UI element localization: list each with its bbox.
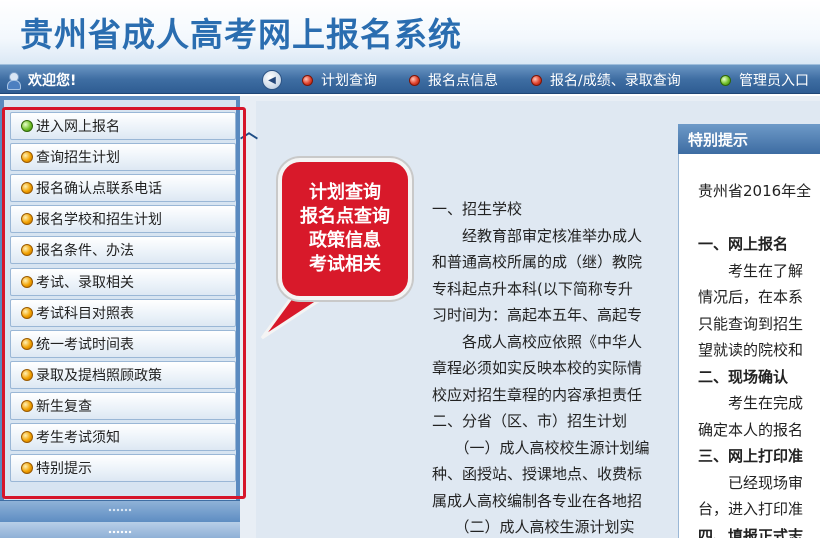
orange-dot-icon	[21, 182, 33, 195]
sidebar-item[interactable]: 进入网上报名	[10, 112, 236, 140]
content-line: 经教育部审定核准举办成人	[432, 226, 643, 245]
sidebar-item-label: 报名确认点联系电话	[36, 181, 162, 198]
orange-dot-icon	[21, 151, 33, 164]
content-line: 和普通高校所属的成（继）教院	[432, 253, 643, 271]
sidebar-item-label: 新生复查	[36, 398, 92, 415]
nav-score-admission-query[interactable]: 报名/成绩、录取查询	[531, 69, 681, 91]
sidebar-item[interactable]: 录取及提档照顾政策	[10, 360, 236, 389]
content-line: （一）成人高校校生源计划编	[432, 438, 650, 457]
special-notice-body: 贵州省2016年全 一、网上报名 考生在了解情况后，在本系 只能查询到招生 望就读的…	[698, 178, 820, 538]
sidebar-item-label: 报名学校和招生计划	[36, 212, 162, 229]
grip-icon	[108, 508, 132, 512]
sidebar-item[interactable]: 考生考试须知	[10, 423, 236, 451]
sidebar-item[interactable]: 考试科目对照表	[10, 298, 236, 327]
welcome-area: 欢迎您!	[6, 70, 76, 90]
notice-line	[698, 205, 820, 232]
collapse-up-icon[interactable]: ︿	[240, 118, 258, 144]
sidebar-item-label: 进入网上报名	[36, 119, 120, 135]
back-arrow-button[interactable]: ◀	[262, 70, 282, 90]
content-line: 种、函授站、授课地点、收费标	[432, 465, 643, 483]
notice-line: 已经现场审	[698, 473, 804, 492]
content-line: （二）成人高校生源计划实	[432, 518, 635, 536]
orange-dot-icon	[21, 337, 33, 350]
notice-line: 望就读的院校和	[698, 341, 804, 359]
sidebar-item-label: 考试科目对照表	[36, 305, 134, 322]
notice-line: 贵州省2016年全	[698, 182, 812, 200]
content-line: 习时间为：高起本五年、高起专	[432, 306, 643, 324]
sidebar-item[interactable]: 统一考试时间表	[10, 329, 236, 358]
content-line: 章程必须如实反映本校的实际情	[432, 359, 643, 377]
notice-line: 台，进入打印准	[698, 500, 804, 518]
callout-line: 政策信息	[309, 230, 381, 251]
nav-label: 管理员入口	[739, 73, 809, 89]
orange-dot-icon	[21, 368, 33, 381]
notice-line: 一、网上报名	[698, 235, 789, 253]
orange-dot-icon	[21, 431, 33, 443]
grip-icon	[108, 530, 132, 534]
welcome-text: 欢迎您!	[28, 73, 77, 89]
callout-line: 考试相关	[309, 254, 381, 275]
notice-line: 二、现场确认	[698, 367, 789, 386]
sidebar-item-label: 考生考试须知	[36, 430, 120, 446]
sidebar-item[interactable]: 报名条件、办法	[10, 236, 236, 265]
callout-line: 报名点查询	[300, 206, 390, 227]
special-notice-title: 特别提示	[678, 124, 820, 154]
top-navbar: 欢迎您! ◀ 计划查询 报名点信息 报名/成绩、录取查询 管理员入口	[0, 64, 820, 94]
orange-dot-icon	[21, 462, 33, 475]
notice-line: 三、网上打印准	[698, 447, 804, 465]
sidebar-item-label: 特别提示	[36, 461, 92, 478]
sidebar-item-label: 报名条件、办法	[36, 243, 134, 260]
sidebar-item[interactable]: 报名确认点联系电话	[10, 174, 236, 203]
sidebar-item-label: 统一考试时间表	[36, 336, 134, 353]
notice-line: 只能查询到招生	[698, 314, 804, 333]
orange-dot-icon	[21, 399, 33, 412]
annotation-callout: 计划查询 报名点查询 政策信息 考试相关	[278, 158, 412, 300]
sidebar-item[interactable]: 查询招生计划	[10, 143, 236, 172]
sidebar-item[interactable]: 特别提示	[10, 454, 236, 483]
sidebar-item[interactable]: 新生复查	[10, 391, 236, 420]
callout-line: 计划查询	[309, 182, 381, 203]
nav-label: 计划查询	[321, 73, 377, 89]
content-line: 属成人高校编制各专业在各地招	[432, 491, 643, 510]
orange-dot-icon	[21, 213, 33, 226]
sidebar-item[interactable]: 报名学校和招生计划	[10, 205, 236, 234]
orange-dot-icon	[21, 306, 33, 319]
content-line: 一、招生学校	[432, 200, 523, 218]
main-content: 一、招生学校 经教育部审定核准举办成人 和普通高校所属的成（继）教院 专科起点升…	[432, 196, 680, 538]
notice-line: 情况后，在本系	[698, 288, 804, 306]
nav-label: 报名点信息	[428, 73, 498, 89]
orange-dot-icon	[21, 275, 33, 288]
notice-line: 四、填报正式志	[698, 526, 804, 538]
red-dot-icon	[531, 74, 542, 86]
green-dot-icon	[21, 120, 33, 132]
notice-line: 考生在了解	[698, 261, 804, 280]
content-line: 专科起点升本科(以下简称专升	[432, 279, 633, 298]
orange-dot-icon	[21, 244, 33, 257]
user-icon	[6, 72, 21, 90]
header-banner: 贵州省成人高考网上报名系统	[0, 0, 820, 64]
red-dot-icon	[409, 74, 420, 86]
nav-label: 报名/成绩、录取查询	[550, 73, 681, 89]
red-dot-icon	[302, 74, 313, 86]
nav-plan-query[interactable]: 计划查询	[302, 69, 377, 91]
green-dot-icon	[720, 74, 731, 86]
nav-registration-sites[interactable]: 报名点信息	[409, 69, 498, 91]
nav-admin-entry[interactable]: 管理员入口	[720, 69, 809, 91]
sidebar-item[interactable]: 考试、录取相关	[10, 267, 236, 296]
sidebar-item-label: 查询招生计划	[36, 150, 120, 167]
sidebar-item-label: 录取及提档照顾政策	[36, 367, 162, 384]
sidebar-item-label: 考试、录取相关	[36, 274, 134, 291]
notice-line: 考生在完成	[698, 394, 804, 412]
page-title: 贵州省成人高考网上报名系统	[20, 15, 462, 54]
content-line: 二、分省（区、市）招生计划	[432, 412, 628, 430]
content-line: 校应对招生章程的内容承担责任	[432, 385, 643, 404]
notice-line: 确定本人的报名	[698, 420, 804, 439]
content-line: 各成人高校应依照《中华人	[432, 332, 643, 351]
